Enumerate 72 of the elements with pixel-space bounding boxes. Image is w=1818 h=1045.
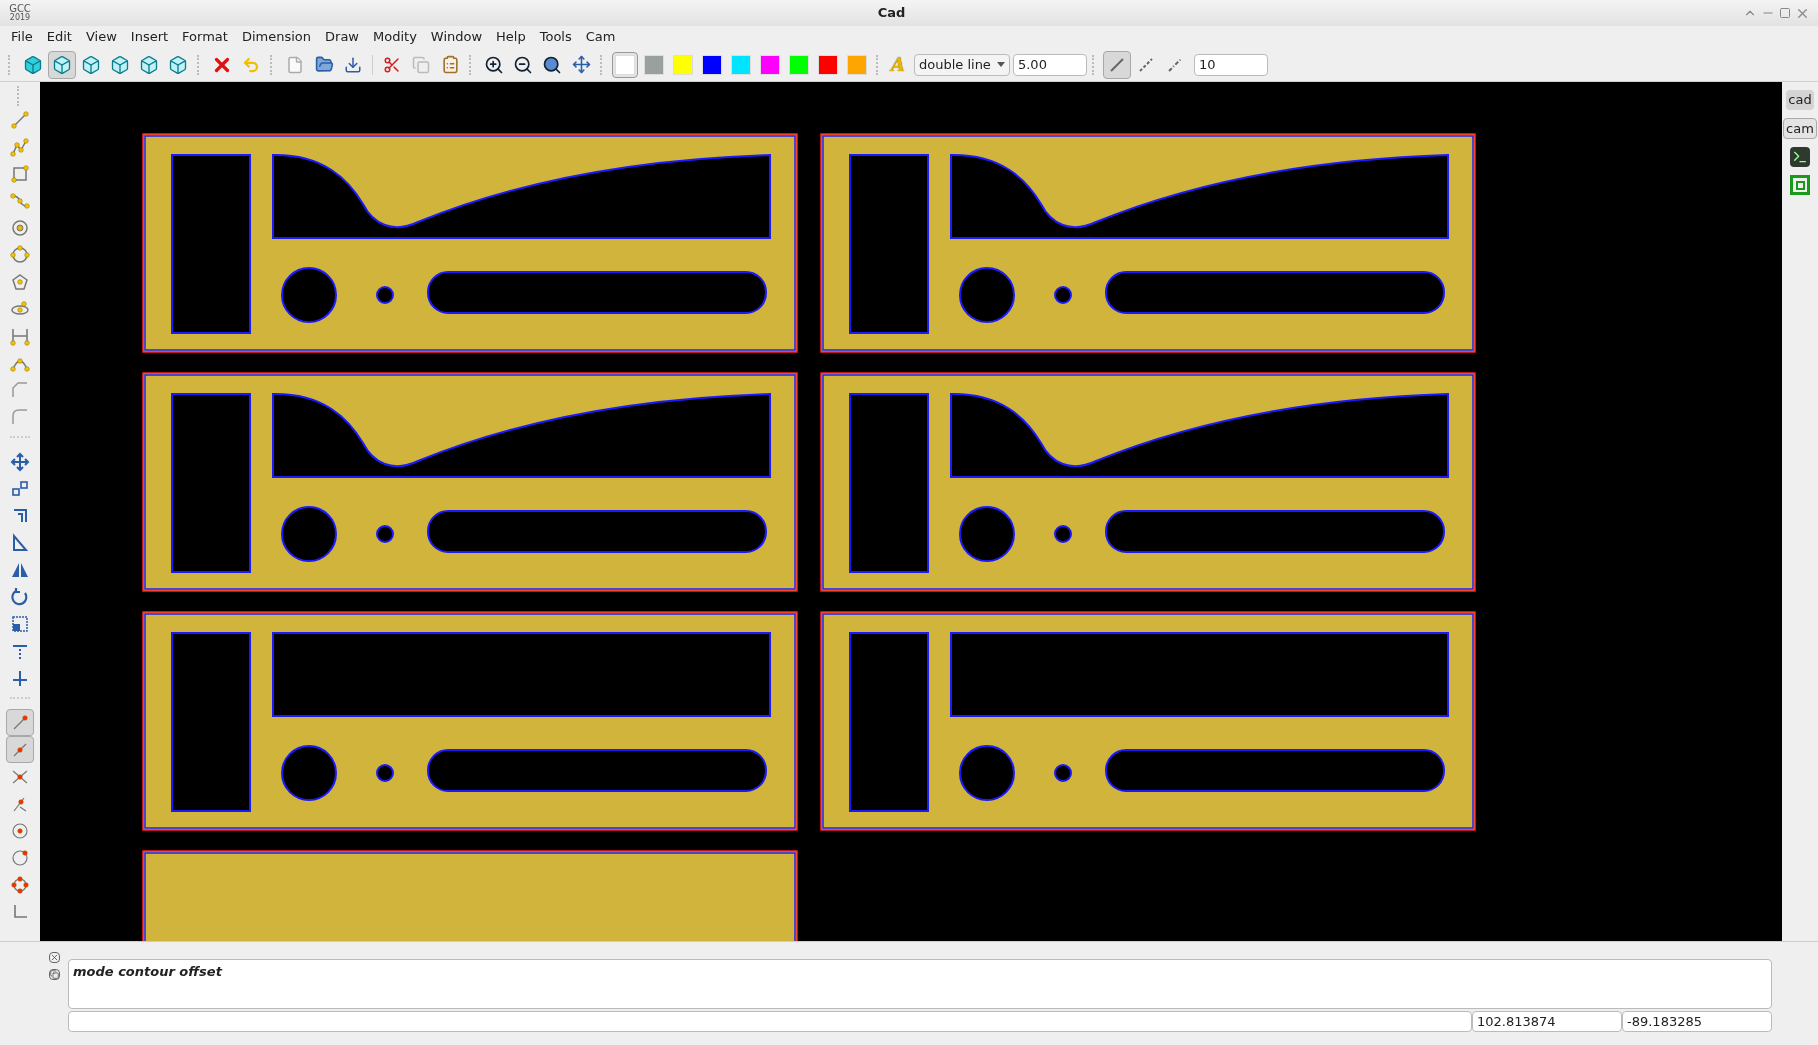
undo-icon — [242, 55, 260, 74]
color-swatch[interactable] — [612, 51, 638, 78]
tool-icon — [10, 190, 30, 211]
close-panel-icon[interactable] — [48, 952, 60, 963]
tool-icon — [10, 586, 30, 607]
menu-item[interactable]: Draw — [318, 27, 366, 47]
app-logo-year: 2019 — [9, 13, 31, 22]
tool-icon — [10, 874, 30, 895]
menu-item[interactable]: Window — [423, 27, 490, 47]
line-scale-field[interactable]: 10 — [1193, 53, 1268, 76]
zoom-in-icon — [484, 54, 504, 75]
side-tab[interactable]: cad — [1786, 90, 1814, 110]
line-style-icon — [1137, 56, 1154, 73]
cube-icon — [110, 54, 130, 75]
tool-icon — [10, 532, 30, 553]
copy-icon — [412, 55, 430, 74]
folder-icon — [314, 55, 334, 74]
command-input[interactable] — [68, 1011, 1472, 1032]
tool-icon — [10, 451, 30, 472]
line-type-dropdown[interactable]: double line — [913, 53, 1010, 76]
y-coordinate-field[interactable]: -89.183285 — [1622, 1011, 1772, 1032]
menu-item[interactable]: Modity — [366, 27, 424, 47]
tool-icon — [10, 406, 30, 427]
zoom-all-icon — [571, 55, 591, 74]
cut-icon — [383, 55, 401, 74]
cube-icon — [139, 54, 159, 75]
dropdown-caret-icon — [996, 62, 1005, 67]
menu-item[interactable]: Edit — [39, 27, 79, 47]
zoom-out-icon — [513, 54, 533, 75]
tool-icon — [10, 136, 30, 157]
menu-item[interactable]: Insert — [123, 27, 176, 47]
tool-icon — [10, 820, 30, 841]
cube-icon — [168, 54, 188, 75]
tool-icon — [10, 163, 30, 184]
new-file-icon — [286, 55, 304, 74]
tool-icon — [10, 847, 30, 868]
maximize-icon[interactable] — [1779, 7, 1791, 19]
menu-item[interactable]: Tools — [532, 27, 579, 47]
line-style-icon — [1166, 56, 1183, 73]
save-icon — [344, 55, 362, 74]
line-width-field[interactable]: 5.00 — [1012, 53, 1087, 76]
tool-button[interactable] — [6, 736, 34, 763]
tool-icon — [10, 109, 30, 130]
line-style-button[interactable] — [1102, 50, 1131, 79]
message-text: mode contour offset — [73, 964, 222, 979]
cube-icon — [23, 54, 43, 75]
zoom-window-icon — [542, 54, 562, 75]
tool-icon — [10, 217, 30, 238]
tool-icon — [10, 271, 30, 292]
tool-icon — [10, 379, 30, 400]
frame-icon[interactable] — [1790, 175, 1810, 195]
menu-item[interactable]: Dimension — [234, 27, 319, 47]
tool-button[interactable] — [6, 709, 34, 736]
view-button[interactable] — [48, 50, 76, 79]
menu-item[interactable]: File — [4, 27, 40, 47]
window-title: Cad — [877, 4, 906, 23]
side-tab[interactable]: cam — [1783, 117, 1817, 139]
menu-item[interactable]: Cam — [578, 27, 623, 47]
x-coordinate-field[interactable]: 102.813874 — [1472, 1011, 1622, 1032]
cube-icon — [81, 54, 101, 75]
float-panel-icon[interactable] — [48, 969, 60, 980]
line-style-icon — [1108, 56, 1125, 73]
menu-item[interactable]: Format — [175, 27, 235, 47]
tool-icon — [10, 613, 30, 634]
paste-icon — [440, 55, 460, 74]
tool-icon — [10, 244, 30, 265]
cube-icon — [52, 54, 72, 75]
terminal-icon[interactable] — [1790, 147, 1810, 167]
menu-item[interactable]: Help — [489, 27, 533, 47]
tool-icon — [10, 478, 30, 499]
app-logo: GCC — [9, 4, 31, 13]
menu-item[interactable]: View — [78, 27, 124, 47]
